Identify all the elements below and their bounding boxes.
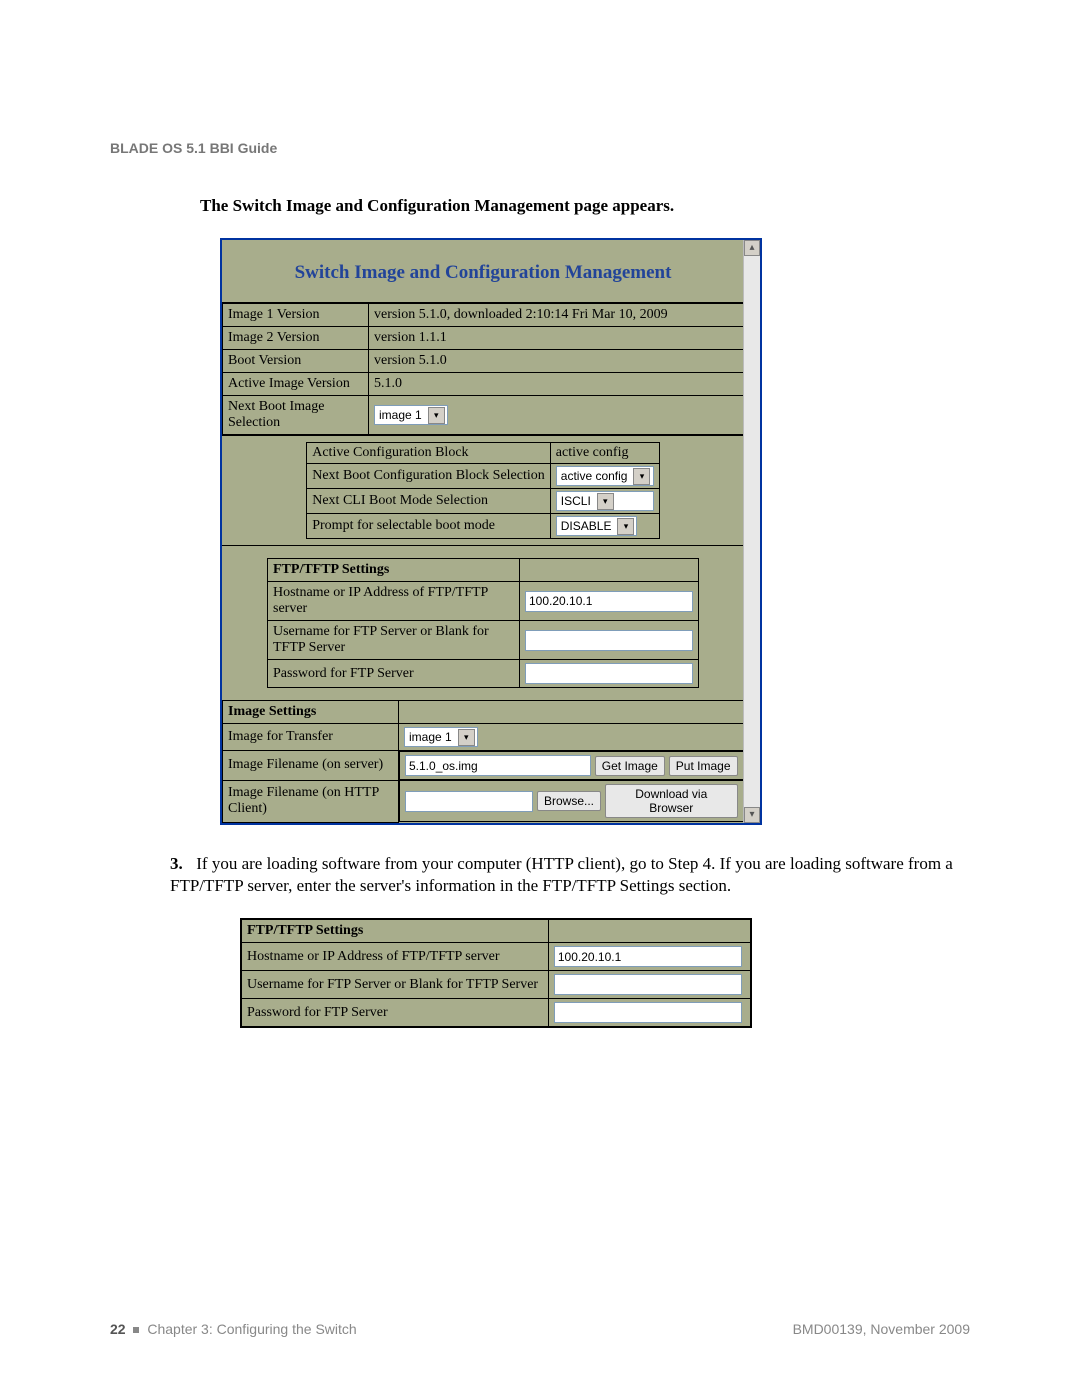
step-text: If you are loading software from your co…	[170, 854, 953, 896]
row-label: Prompt for selectable boot mode	[307, 514, 551, 539]
ftp-pass-input-2[interactable]	[554, 1002, 742, 1023]
row-value: version 5.1.0	[369, 350, 744, 373]
image-settings-table: Image Settings Image for Transfer image …	[222, 700, 744, 823]
row-label: Active Configuration Block	[307, 443, 551, 464]
chevron-down-icon: ▾	[428, 407, 445, 424]
row-label: Next Boot Image Selection	[223, 396, 369, 435]
row-label: Hostname or IP Address of FTP/TFTP serve…	[242, 943, 549, 971]
doc-reference: BMD00139, November 2009	[793, 1321, 970, 1337]
row-label: Boot Version	[223, 350, 369, 373]
config-panel: ▴ ▾ Switch Image and Configuration Manag…	[220, 238, 762, 825]
next-cfg-block-select[interactable]: active config ▾	[556, 466, 654, 486]
row-label: Next CLI Boot Mode Selection	[307, 489, 551, 514]
scrollbar-vertical[interactable]: ▴ ▾	[743, 240, 760, 823]
chevron-down-icon: ▾	[458, 729, 475, 746]
row-label: Username for FTP Server or Blank for TFT…	[242, 971, 549, 999]
http-filename-input[interactable]	[405, 791, 533, 812]
image-settings-header: Image Settings	[223, 701, 399, 724]
page-footer: 22 Chapter 3: Configuring the Switch BMD…	[110, 1321, 970, 1337]
footer-square-icon	[133, 1327, 139, 1333]
ftp-header: FTP/TFTP Settings	[268, 559, 520, 582]
select-value: active config	[561, 469, 628, 483]
row-label: Active Image Version	[223, 373, 369, 396]
ftp-panel-closeup: FTP/TFTP Settings Hostname or IP Address…	[240, 918, 752, 1028]
ftp-table: FTP/TFTP Settings Hostname or IP Address…	[267, 558, 699, 688]
server-filename-input[interactable]	[405, 755, 591, 776]
row-label: Image 1 Version	[223, 304, 369, 327]
select-value: ISCLI	[561, 494, 591, 508]
ftp-host-input[interactable]	[525, 591, 693, 612]
row-label: Next Boot Configuration Block Selection	[307, 464, 551, 489]
get-image-button[interactable]: Get Image	[595, 756, 665, 776]
cell: ISCLI ▾	[550, 489, 659, 514]
row-value: version 5.1.0, downloaded 2:10:14 Fri Ma…	[369, 304, 744, 327]
panel-title: Switch Image and Configuration Managemen…	[222, 240, 744, 303]
next-boot-select-cell: image 1 ▾	[369, 396, 744, 435]
row-label: Password for FTP Server	[268, 660, 520, 688]
document-page: BLADE OS 5.1 BBI Guide The Switch Image …	[0, 0, 1080, 1397]
intro-text: The Switch Image and Configuration Manag…	[200, 196, 970, 216]
ftp-user-input-2[interactable]	[554, 974, 742, 995]
ftp-header: FTP/TFTP Settings	[242, 920, 549, 943]
cfg-block-wrap: Active Configuration Block active config…	[222, 435, 744, 546]
select-value: image 1	[409, 730, 452, 744]
ftp-table-2: FTP/TFTP Settings Hostname or IP Address…	[241, 919, 751, 1027]
ftp-block: FTP/TFTP Settings Hostname or IP Address…	[267, 558, 699, 688]
cfg-block-table: Active Configuration Block active config…	[306, 442, 660, 539]
row-label: Username for FTP Server or Blank for TFT…	[268, 621, 520, 660]
ftp-pass-input[interactable]	[525, 663, 693, 684]
chevron-down-icon: ▾	[617, 518, 634, 535]
version-table: Image 1 Version version 5.1.0, downloade…	[222, 303, 744, 435]
row-value: 5.1.0	[369, 373, 744, 396]
row-label: Image 2 Version	[223, 327, 369, 350]
doc-header: BLADE OS 5.1 BBI Guide	[110, 140, 970, 156]
chapter-name: Chapter 3: Configuring the Switch	[147, 1321, 356, 1337]
scroll-up-arrow-icon[interactable]: ▴	[744, 240, 760, 256]
browse-button[interactable]: Browse...	[537, 791, 601, 811]
select-value: DISABLE	[561, 519, 612, 533]
row-value: active config	[550, 443, 659, 464]
select-value: image 1	[379, 408, 422, 422]
page-number: 22	[110, 1321, 126, 1337]
scroll-down-arrow-icon[interactable]: ▾	[744, 807, 760, 823]
row-label: Image for Transfer	[223, 724, 399, 751]
cli-boot-mode-select[interactable]: ISCLI ▾	[556, 491, 654, 511]
chevron-down-icon: ▾	[633, 468, 650, 485]
download-via-browser-button[interactable]: Download via Browser	[605, 784, 737, 818]
cell: active config ▾	[550, 464, 659, 489]
next-boot-image-select[interactable]: image 1 ▾	[374, 405, 448, 425]
prompt-boot-mode-select[interactable]: DISABLE ▾	[556, 516, 638, 536]
row-label: Hostname or IP Address of FTP/TFTP serve…	[268, 582, 520, 621]
put-image-button[interactable]: Put Image	[669, 756, 738, 776]
row-label: Image Filename (on server)	[223, 751, 399, 781]
chevron-down-icon: ▾	[597, 493, 614, 510]
step-3: 3. If you are loading software from your…	[170, 853, 960, 899]
ftp-host-input-2[interactable]	[554, 946, 742, 967]
row-label: Password for FTP Server	[242, 999, 549, 1027]
cell: DISABLE ▾	[550, 514, 659, 539]
row-value: version 1.1.1	[369, 327, 744, 350]
row-label: Image Filename (on HTTP Client)	[223, 780, 399, 822]
ftp-user-input[interactable]	[525, 630, 693, 651]
image-transfer-select[interactable]: image 1 ▾	[404, 727, 478, 747]
step-number: 3.	[170, 853, 192, 876]
